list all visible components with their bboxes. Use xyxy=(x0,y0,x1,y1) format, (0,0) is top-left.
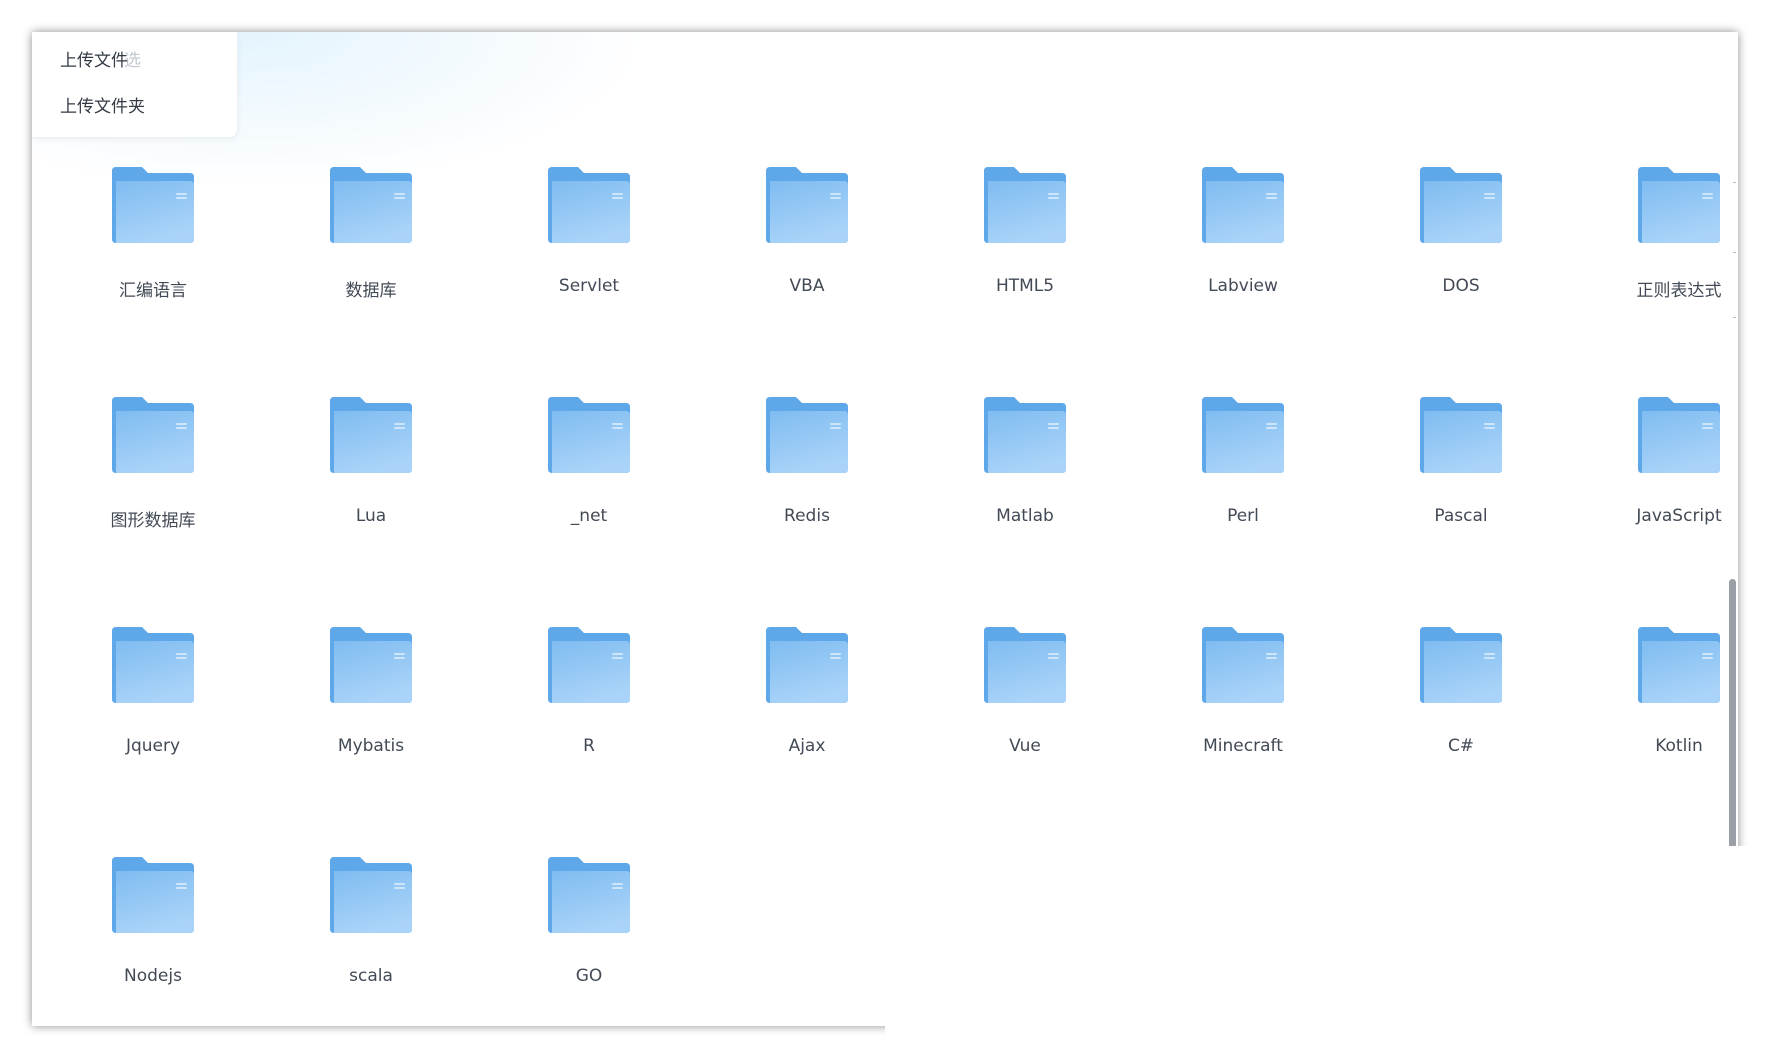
folder-icon xyxy=(1418,625,1504,705)
folder-icon xyxy=(1636,395,1722,475)
folder-item[interactable]: VBA xyxy=(698,132,916,362)
folder-icon xyxy=(982,395,1068,475)
screenshot-crop-area-right xyxy=(1738,846,1768,1057)
folder-icon xyxy=(1636,625,1722,705)
folder-icon xyxy=(1200,625,1286,705)
folder-label: Vue xyxy=(1009,736,1041,756)
folder-item[interactable]: Nodejs xyxy=(44,822,262,1026)
folder-label: 数据库 xyxy=(345,281,397,301)
folder-label: Nodejs xyxy=(124,966,182,986)
folder-item[interactable]: GO xyxy=(480,822,698,1026)
folder-icon xyxy=(328,165,414,245)
folder-icon xyxy=(546,855,632,935)
screenshot-crop-area xyxy=(885,846,1768,1057)
folder-item[interactable]: Perl xyxy=(1134,362,1352,592)
folder-item[interactable]: Redis xyxy=(698,362,916,592)
folder-icon xyxy=(546,395,632,475)
folder-label: DOS xyxy=(1442,276,1480,296)
folder-item[interactable]: scala xyxy=(262,822,480,1026)
folder-item[interactable]: C# xyxy=(1352,592,1570,822)
folder-icon xyxy=(1418,395,1504,475)
folder-icon xyxy=(982,165,1068,245)
folder-item[interactable]: 正则表达式 xyxy=(1570,132,1738,362)
folder-icon xyxy=(328,395,414,475)
folder-label: Lua xyxy=(355,506,387,526)
folder-label: Labview xyxy=(1208,276,1278,296)
scroll-tick xyxy=(1733,317,1736,318)
folder-item[interactable]: 汇编语言 xyxy=(44,132,262,362)
folder-item[interactable]: Labview xyxy=(1134,132,1352,362)
folder-icon xyxy=(1200,395,1286,475)
folder-icon xyxy=(982,625,1068,705)
folder-label: Perl xyxy=(1227,506,1259,526)
folder-item[interactable]: Servlet xyxy=(480,132,698,362)
folder-item[interactable]: 图形数据库 xyxy=(44,362,262,592)
folder-icon xyxy=(110,855,196,935)
upload-file-menu-item[interactable]: 上传文件 xyxy=(60,46,128,71)
folder-item[interactable]: Jquery xyxy=(44,592,262,822)
folder-label: GO xyxy=(575,966,603,986)
folder-label: Jquery xyxy=(125,736,181,756)
folder-item[interactable]: Mybatis xyxy=(262,592,480,822)
folder-icon xyxy=(110,395,196,475)
folder-item[interactable]: HTML5 xyxy=(916,132,1134,362)
folder-icon xyxy=(1200,165,1286,245)
folder-icon xyxy=(764,165,850,245)
folder-label: Kotlin xyxy=(1655,736,1703,756)
scroll-tick xyxy=(1733,182,1736,183)
folder-label: C# xyxy=(1447,736,1475,756)
folder-item[interactable]: 数据库 xyxy=(262,132,480,362)
upload-folder-menu-item[interactable]: 上传文件夹 xyxy=(60,92,145,117)
folder-label: 汇编语言 xyxy=(119,281,187,301)
folder-icon xyxy=(328,855,414,935)
folder-label: 图形数据库 xyxy=(110,511,196,531)
folder-label: Mybatis xyxy=(337,736,405,756)
folder-label: JavaScript xyxy=(1636,506,1722,526)
folder-icon xyxy=(1418,165,1504,245)
folder-item[interactable]: Matlab xyxy=(916,362,1134,592)
folder-item[interactable]: Lua xyxy=(262,362,480,592)
folder-label: HTML5 xyxy=(995,276,1055,296)
folder-item[interactable]: Ajax xyxy=(698,592,916,822)
folder-label: 正则表达式 xyxy=(1636,281,1722,301)
folder-icon xyxy=(328,625,414,705)
folder-icon xyxy=(1636,165,1722,245)
folder-label: Pascal xyxy=(1434,506,1488,526)
scroll-tick xyxy=(1733,252,1736,253)
folder-item[interactable]: Minecraft xyxy=(1134,592,1352,822)
folder-icon xyxy=(110,165,196,245)
folder-label: _net xyxy=(570,506,608,526)
folder-icon xyxy=(110,625,196,705)
folder-label: R xyxy=(583,736,595,756)
folder-item[interactable]: _net xyxy=(480,362,698,592)
folder-icon xyxy=(546,165,632,245)
folder-item[interactable]: JavaScript xyxy=(1570,362,1738,592)
folder-label: scala xyxy=(349,966,393,986)
folder-item[interactable]: R xyxy=(480,592,698,822)
folder-label: Ajax xyxy=(788,736,826,756)
folder-label: Servlet xyxy=(558,276,620,296)
folder-label: Minecraft xyxy=(1203,736,1283,756)
upload-dropdown-menu: 选 上传文件 上传文件夹 xyxy=(32,32,238,138)
folder-item[interactable]: Pascal xyxy=(1352,362,1570,592)
folder-icon xyxy=(546,625,632,705)
folder-item[interactable]: Vue xyxy=(916,592,1134,822)
folder-label: Redis xyxy=(784,506,830,526)
vertical-scrollbar-thumb[interactable] xyxy=(1729,579,1736,879)
folder-icon xyxy=(764,625,850,705)
folder-icon xyxy=(764,395,850,475)
folder-label: Matlab xyxy=(996,506,1054,526)
folder-item[interactable]: Kotlin xyxy=(1570,592,1738,822)
folder-item[interactable]: DOS xyxy=(1352,132,1570,362)
folder-label: VBA xyxy=(789,276,825,296)
